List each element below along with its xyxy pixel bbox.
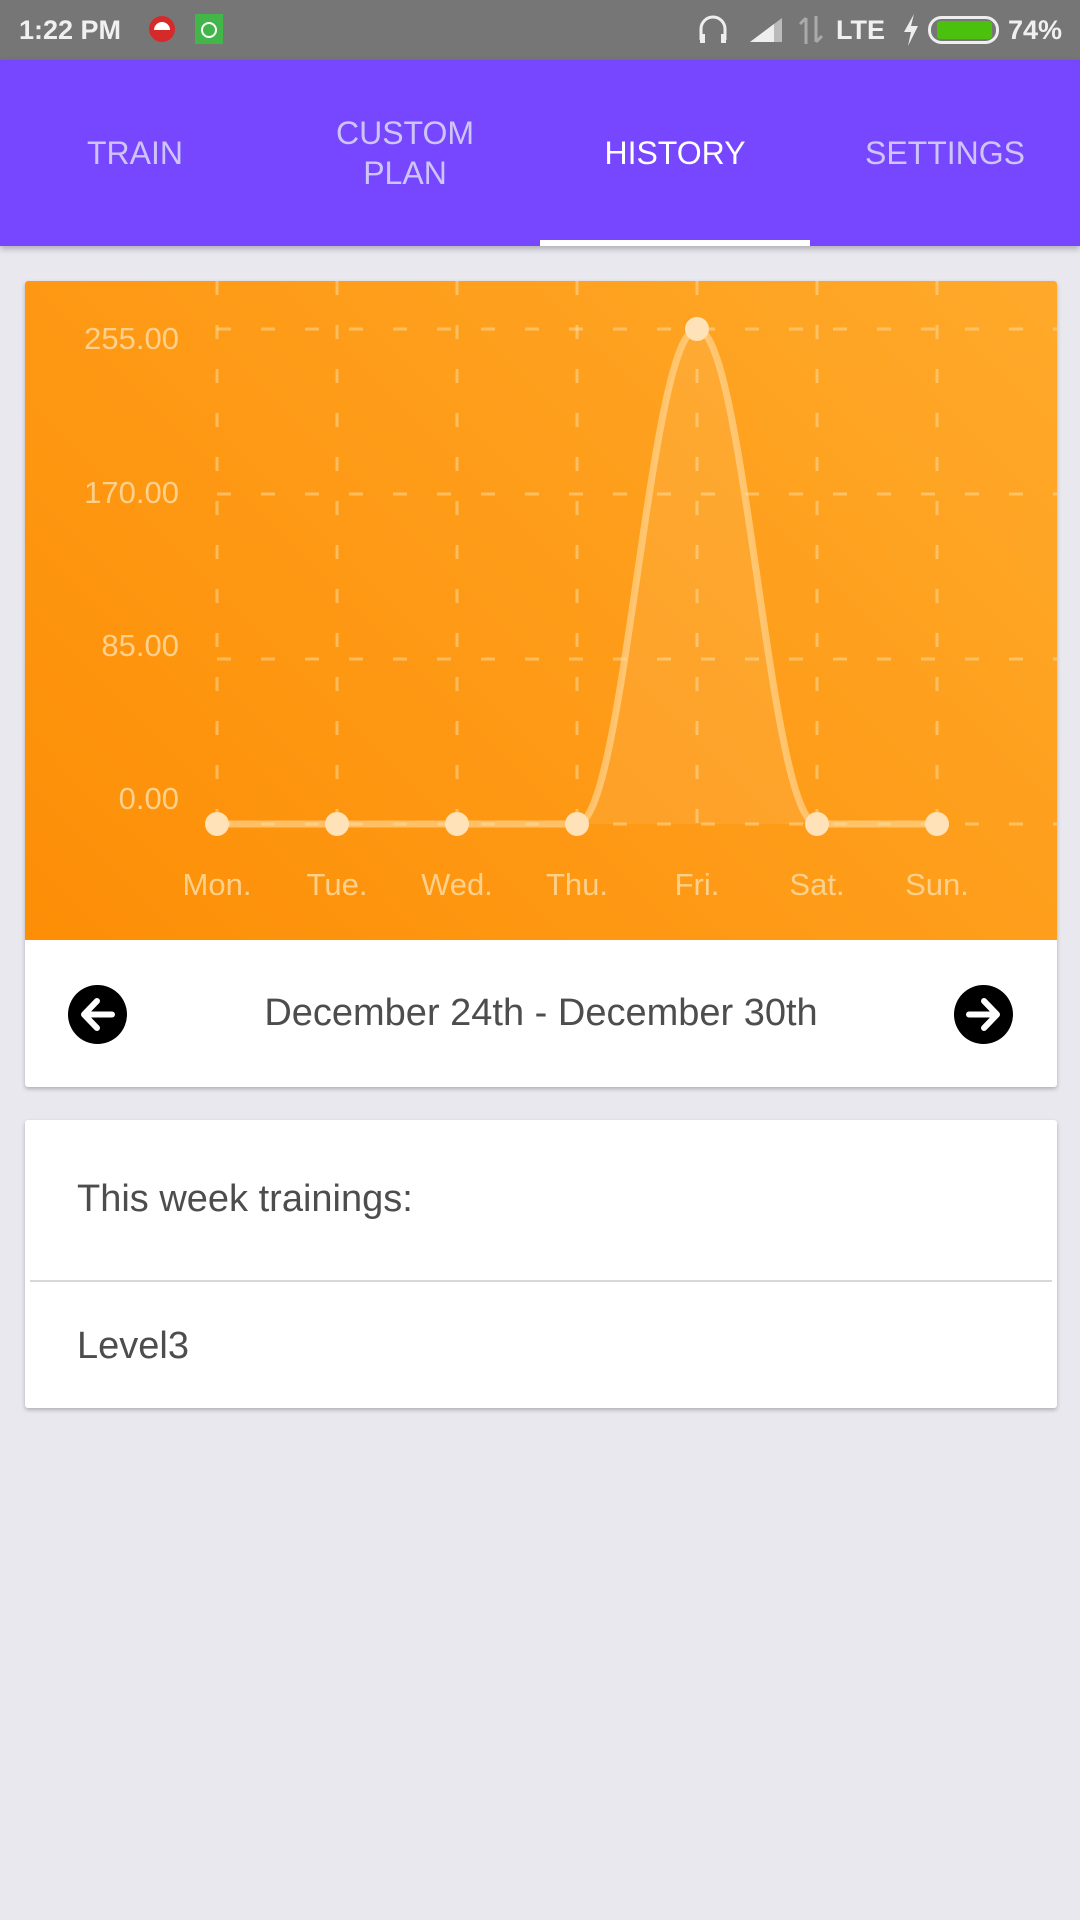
training-item[interactable]: Level3 [77,1325,189,1368]
charging-icon [902,14,920,53]
data-point [805,812,829,836]
y-tick-label: 170.00 [84,475,179,510]
arrow-right-circle-icon [954,985,1013,1044]
network-type: LTE [836,15,885,45]
y-tick-label: 255.00 [84,321,179,356]
chart-plot [205,281,1057,836]
divider [30,1280,1052,1282]
tab-train[interactable]: TRAIN [0,60,270,246]
data-point [925,812,949,836]
status-bar: 1:22 PM LTE 74% [0,0,1080,60]
y-tick-label: 85.00 [101,628,179,663]
tab-custom-plan[interactable]: CUSTOM PLAN [270,60,540,246]
y-tick-label: 0.00 [118,781,179,816]
next-week-button[interactable] [954,985,1013,1044]
trainings-title: This week trainings: [77,1178,413,1220]
weekly-chart: 255.00 170.00 85.00 0.00 Mon. Tue. Wed. … [25,281,1057,940]
tab-history[interactable]: HISTORY [540,60,810,246]
notification-icon [148,14,176,51]
series-area [217,329,937,824]
data-point [445,812,469,836]
status-time: 1:22 PM [19,15,122,45]
data-point [685,317,709,341]
x-tick-label: Tue. [306,867,368,902]
data-point [325,812,349,836]
signal-icon [748,14,784,51]
data-point [565,812,589,836]
android-app-icon [195,14,223,51]
trainings-card: This week trainings: Level3 [25,1120,1057,1408]
headset-icon [697,14,729,53]
series-line [216,325,937,828]
week-range-label: December 24th - December 30th [264,992,818,1034]
active-tab-indicator [540,240,810,246]
x-tick-label: Sat. [789,867,845,902]
tab-bar: TRAIN CUSTOM PLAN HISTORY SETTINGS [0,60,1080,246]
x-tick-label: Fri. [674,867,720,902]
x-tick-label: Thu. [545,867,609,902]
history-chart-card: 255.00 170.00 85.00 0.00 Mon. Tue. Wed. … [25,281,1057,1087]
x-tick-label: Sun. [905,867,969,902]
x-tick-label: Wed. [421,867,493,902]
x-tick-label: Mon. [182,867,252,902]
data-point [205,812,229,836]
week-navigator: December 24th - December 30th [25,940,1057,1087]
battery-icon [928,16,1000,51]
battery-percent: 74% [1007,15,1062,45]
tab-settings[interactable]: SETTINGS [810,60,1080,246]
data-arrows-icon [798,14,824,53]
